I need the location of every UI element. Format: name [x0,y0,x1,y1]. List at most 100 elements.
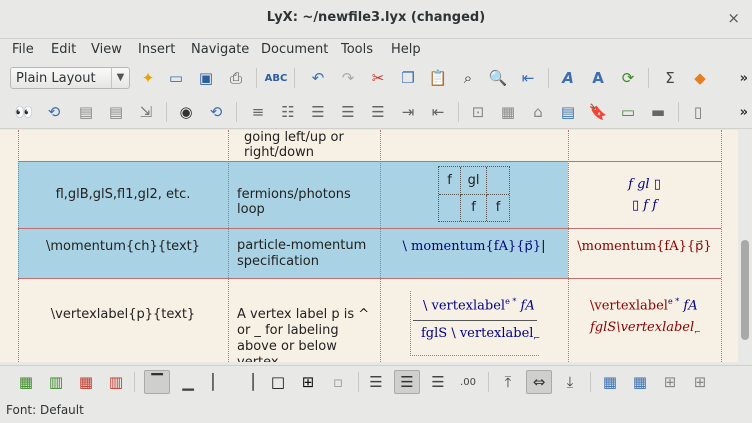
open-document-icon[interactable]: ▭ [166,68,186,88]
menu-navigate[interactable]: Navigate [191,42,249,57]
spellcheck-icon[interactable]: ABC [265,68,288,88]
right-border-icon[interactable]: ▕ [238,372,258,392]
enumerate-icon[interactable]: ☷ [278,102,298,122]
add-row-icon[interactable]: ▦ [16,372,36,392]
preview-line: ▯ f f [631,198,658,213]
window-title: LyX: ~/newfile3.lyx (changed) [266,10,486,25]
bookmark-icon[interactable]: 🔖 [588,102,608,122]
footnote-icon[interactable]: ▬ [648,102,668,122]
toolbar-overflow-icon[interactable]: » [740,71,748,86]
table-border [721,130,722,362]
menu-edit[interactable]: Edit [51,42,76,57]
menu-help[interactable]: Help [391,42,421,57]
align-center-icon[interactable]: ☰ [394,370,420,394]
undo-icon[interactable]: ↶ [308,68,328,88]
valign-middle-icon[interactable]: ⇔ [526,370,552,394]
note-icon[interactable]: ▯ [688,102,708,122]
print-icon[interactable]: ⎙ [226,68,246,88]
new-document-icon[interactable]: ✦ [138,68,158,88]
math-line: \ vertexlabele * fA [423,297,535,314]
top-border-icon[interactable]: ▔ [144,370,170,394]
unset-border-icon[interactable]: ⊞ [690,372,710,392]
language-icon[interactable]: ⟳ [618,68,638,88]
table-cell[interactable]: A vertex label p is ^ or _ for labeling … [228,279,380,362]
menu-view[interactable]: View [91,42,122,57]
toolbar-separator [256,68,257,88]
delete-column-icon[interactable]: ▥ [106,372,126,392]
math-inset[interactable]: \ vertexlabele * fA fglS \ vertexlabel⌐ [380,279,568,362]
find-icon[interactable]: ⌕ [458,68,478,88]
all-borders-icon[interactable]: □ [268,372,288,392]
left-border-icon[interactable]: ▏ [208,372,228,392]
save-icon[interactable]: ▣ [196,68,216,88]
text-paragraph-icon[interactable]: ≡ [248,102,268,122]
menu-document[interactable]: Document [261,42,328,57]
redo-icon[interactable]: ↷ [338,68,358,88]
scrollbar-thumb[interactable] [741,240,749,340]
no-borders-icon[interactable]: ▫ [328,372,348,392]
reference-icon[interactable]: ▤ [558,102,578,122]
citation-icon[interactable]: ▭ [618,102,638,122]
depth-increase-icon[interactable]: ⇥ [398,102,418,122]
vertical-scrollbar[interactable] [738,130,752,362]
update-master-icon[interactable]: ▤ [106,102,126,122]
emphasis-icon[interactable]: A [558,68,578,88]
description-icon[interactable]: ☰ [338,102,358,122]
math-inset[interactable]: \ momentum{fA}{p⃗}| [380,229,568,278]
insert-figure-icon[interactable]: ⊡ [468,102,488,122]
align-right-icon[interactable]: ☰ [428,372,448,392]
table-row: \vertexlabel{p}{text} A vertex label p i… [18,279,721,362]
cell-text: above or below vertex [237,339,337,362]
update-other-icon[interactable]: ⟲ [206,102,226,122]
toolbar-separator [134,372,135,392]
itemize-icon[interactable]: ☰ [308,102,328,122]
depth-decrease-icon[interactable]: ⇤ [428,102,448,122]
toolbar-overflow-icon[interactable]: » [740,105,748,120]
inner-borders-icon[interactable]: ⊞ [298,372,318,392]
menu-tools[interactable]: Tools [341,42,373,57]
align-left-icon[interactable]: ☰ [366,372,386,392]
multicolumn-icon[interactable]: ▦ [600,372,620,392]
menu-insert[interactable]: Insert [138,42,175,57]
add-column-icon[interactable]: ▥ [46,372,66,392]
graphics-icon[interactable]: ◆ [690,68,710,88]
view-other-icon[interactable]: ◉ [176,102,196,122]
math-preview: f gl ▯ ▯ f f [568,162,721,228]
align-decimal-icon[interactable]: .00 [458,372,478,392]
table-cell[interactable]: f gl f f [380,162,568,228]
goto-icon[interactable]: ⇤ [518,68,538,88]
table-cell[interactable]: particle-momentum specification [228,229,380,278]
copy-icon[interactable]: ❐ [398,68,418,88]
table-cell[interactable]: fl,glB,glS,fl1,gl2, etc. [18,162,228,228]
list-icon[interactable]: ☰ [368,102,388,122]
search-icon[interactable]: 🔍 [488,68,508,88]
math-icon[interactable]: Σ [660,68,680,88]
paste-icon[interactable]: 📋 [428,68,448,88]
valign-bottom-icon[interactable]: ⤓ [560,372,580,392]
paragraph-layout-select[interactable]: Plain Layout ▼ [10,67,130,89]
table-cell[interactable]: \vertexlabel{p}{text} [18,279,228,362]
view-icon[interactable]: 👀 [14,102,34,122]
export-icon[interactable]: ⇲ [136,102,156,122]
update-icon[interactable]: ⟲ [44,102,64,122]
table-cell[interactable]: fermions/photons loop [228,162,380,228]
menu-file[interactable]: File [12,42,34,57]
label-icon[interactable]: ⌂ [528,102,548,122]
document-editor[interactable]: going left/up or right/down fl,glB,glS,f… [0,130,738,362]
close-icon[interactable]: × [727,9,740,27]
text-style-icon[interactable]: A [588,68,608,88]
set-border-icon[interactable]: ⊞ [660,372,680,392]
table-cell[interactable]: \momentum{ch}{text} [18,229,228,278]
table-cell[interactable]: going left/up or right/down [236,130,386,161]
delete-row-icon[interactable]: ▦ [76,372,96,392]
cut-icon[interactable]: ✂ [368,68,388,88]
bottom-border-icon[interactable]: ▁ [178,372,198,392]
chevron-down-icon: ▼ [111,68,129,88]
insert-table-icon[interactable]: ▦ [498,102,518,122]
toolbar-separator [294,68,295,88]
multirow-icon[interactable]: ▦ [630,372,650,392]
menu-bar: File Edit View Insert Navigate Document … [0,39,752,61]
secondary-toolbar: 👀 ⟲ ▤ ▤ ⇲ ◉ ⟲ ≡ ☷ ☰ ☰ ☰ ⇥ ⇤ ⊡ ▦ ⌂ ▤ 🔖 ▭ … [0,96,752,129]
view-master-icon[interactable]: ▤ [76,102,96,122]
valign-top-icon[interactable]: ⤒ [498,372,518,392]
